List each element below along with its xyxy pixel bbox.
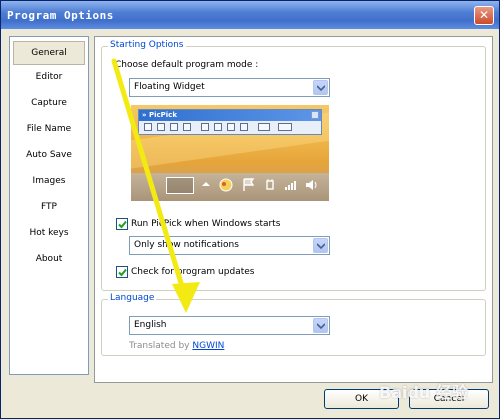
freehand-capture-icon <box>201 123 209 131</box>
program-options-window: Program Options ✕ General Editor Capture… <box>0 0 500 419</box>
translated-by-label: Translated by NGWIN <box>129 341 224 351</box>
widget-close-icon <box>311 111 319 119</box>
starting-options-legend: Starting Options <box>108 40 186 50</box>
category-file-name[interactable]: File Name <box>13 118 85 140</box>
language-group: Language English Translated by NGWIN <box>101 293 486 356</box>
category-hot-keys[interactable]: Hot keys <box>13 222 85 244</box>
check-updates-checkbox[interactable] <box>116 266 128 278</box>
window-title: Program Options <box>7 9 114 22</box>
chevron-down-icon[interactable] <box>313 318 328 333</box>
options-panel: Starting Options Choose default program … <box>94 36 493 383</box>
mode-label: Choose default program mode : <box>115 60 259 70</box>
notifications-value: Only show notifications <box>134 240 239 250</box>
translated-by-prefix: Translated by <box>129 341 190 351</box>
floating-widget-preview: » PicPick <box>138 109 322 135</box>
picpick-tray-icon <box>219 178 233 192</box>
repeat-icon <box>240 123 248 131</box>
window-capture-icon <box>157 123 165 131</box>
category-images[interactable]: Images <box>13 170 85 192</box>
lasso-icon <box>227 123 235 131</box>
crosshair-icon <box>214 123 222 131</box>
category-capture[interactable]: Capture <box>13 92 85 114</box>
widget-title: » PicPick <box>139 110 321 121</box>
volume-icon <box>306 180 317 190</box>
check-icon <box>118 220 127 229</box>
tools-menu-icon <box>278 123 292 131</box>
check-icon <box>118 268 127 277</box>
chevron-down-icon[interactable] <box>313 238 328 253</box>
category-list: General Editor Capture File Name Auto Sa… <box>9 36 89 375</box>
region-capture-icon <box>183 123 191 131</box>
category-general[interactable]: General <box>13 41 85 65</box>
starting-options-group: Starting Options Choose default program … <box>101 40 486 291</box>
chevron-down-icon[interactable] <box>313 80 328 95</box>
check-updates-label[interactable]: Check for program updates <box>131 267 254 277</box>
translator-link[interactable]: NGWIN <box>192 341 224 351</box>
program-mode-dropdown[interactable]: Floating Widget <box>129 78 330 97</box>
signal-icon <box>285 181 296 190</box>
notifications-dropdown[interactable]: Only show notifications <box>129 236 330 255</box>
close-icon: ✕ <box>478 8 490 22</box>
watermark: Baidu 经验 <box>379 383 468 402</box>
screen-capture-icon <box>144 123 152 131</box>
language-value: English <box>134 320 167 330</box>
category-about[interactable]: About <box>13 248 85 270</box>
image-menu-icon <box>258 123 270 131</box>
category-editor[interactable]: Editor <box>13 66 85 88</box>
category-ftp[interactable]: FTP <box>13 196 85 218</box>
taskbar-preview <box>131 173 329 201</box>
title-bar[interactable]: Program Options ✕ <box>1 1 499 29</box>
close-button[interactable]: ✕ <box>474 6 494 25</box>
widget-preview-image: » PicPick <box>131 105 329 201</box>
power-icon <box>266 179 274 190</box>
language-legend: Language <box>108 293 157 303</box>
keyboard-icon <box>166 177 194 194</box>
scroll-capture-icon <box>170 123 178 131</box>
run-on-start-label[interactable]: Run PicPick when Windows starts <box>131 219 280 229</box>
category-auto-save[interactable]: Auto Save <box>13 144 85 166</box>
language-dropdown[interactable]: English <box>129 316 330 335</box>
flag-icon <box>243 178 255 191</box>
run-on-start-checkbox[interactable] <box>116 218 128 230</box>
tray-chevron-up-icon <box>202 182 210 186</box>
program-mode-value: Floating Widget <box>134 82 205 92</box>
